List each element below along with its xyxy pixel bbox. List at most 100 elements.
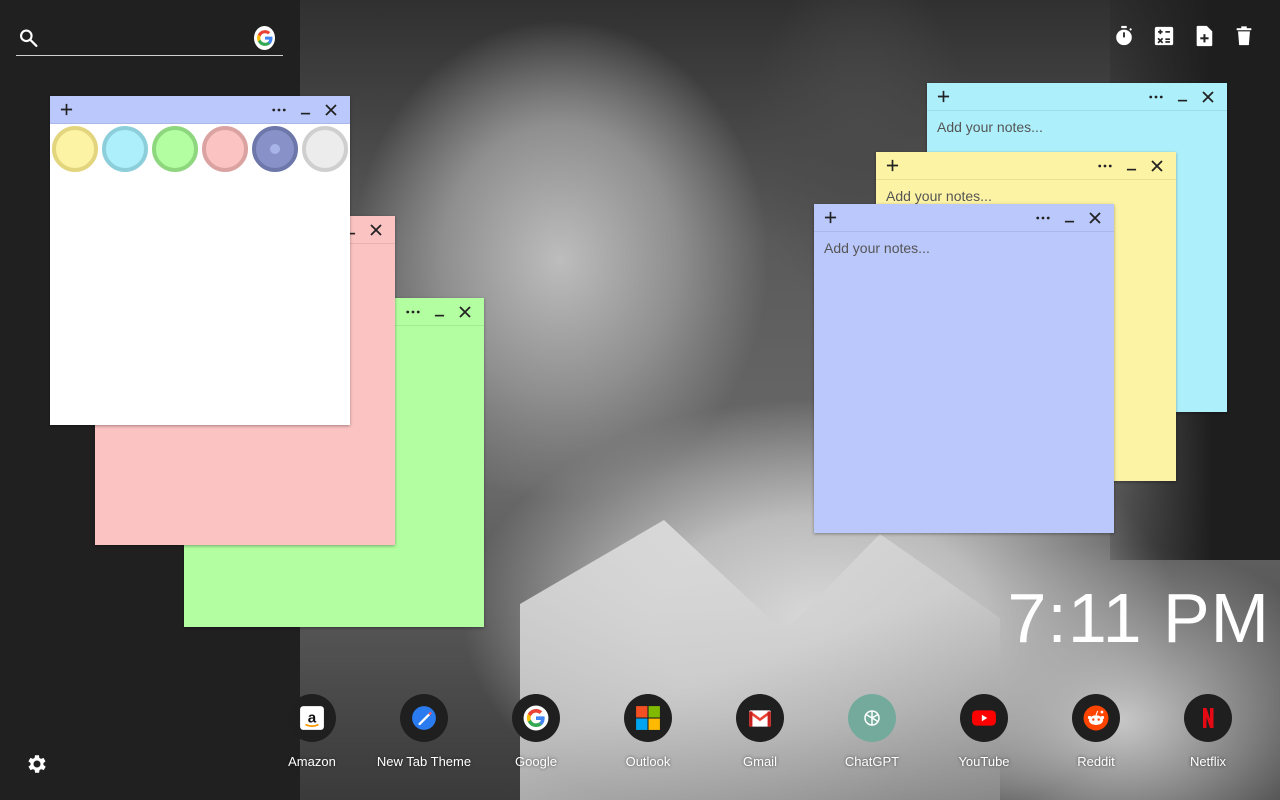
note-minimize-button[interactable] (1169, 86, 1195, 108)
gmail-icon (736, 694, 784, 742)
add-note-button[interactable] (820, 208, 840, 228)
note-header[interactable] (876, 152, 1176, 180)
note-more-button[interactable] (400, 301, 426, 323)
color-swatch-cyan[interactable] (102, 126, 148, 172)
shortcut-gmail[interactable]: Gmail (704, 694, 816, 769)
color-swatch-pink[interactable] (202, 126, 248, 172)
shortcut-label: Outlook (625, 754, 671, 769)
shortcut-label: Reddit (1077, 754, 1115, 769)
more-icon (406, 310, 420, 313)
note-header[interactable] (927, 83, 1227, 111)
note-minimize-button[interactable] (1056, 207, 1082, 229)
color-swatch-blue-selected[interactable] (252, 126, 298, 172)
shortcut-label: Netflix (1189, 754, 1227, 769)
plus-icon (824, 211, 836, 224)
minimize-icon (434, 314, 444, 317)
top-toolbar (1112, 24, 1256, 48)
note-header[interactable] (814, 204, 1114, 232)
timer-icon (1116, 25, 1132, 46)
shortcut-google[interactable]: Google (480, 694, 592, 769)
shortcut-label: New Tab Theme (376, 754, 472, 769)
minimize-icon (1126, 168, 1136, 171)
new-tab-theme-icon (400, 694, 448, 742)
close-icon (325, 103, 337, 116)
color-swatch-yellow[interactable] (52, 126, 98, 172)
calculator-button[interactable] (1152, 24, 1176, 48)
shortcut-label: Amazon (288, 754, 336, 769)
microsoft-icon (624, 694, 672, 742)
shortcut-label: Google (515, 754, 557, 769)
shortcut-outlook[interactable]: Outlook (592, 694, 704, 769)
shortcut-reddit[interactable]: Reddit (1040, 694, 1152, 769)
close-icon (459, 305, 471, 318)
note-close-button[interactable] (1144, 155, 1170, 177)
netflix-icon (1184, 694, 1232, 742)
shortcut-youtube[interactable]: YouTube (928, 694, 1040, 769)
note-header[interactable] (50, 96, 350, 124)
note-more-button[interactable] (1092, 155, 1118, 177)
sticky-note-color-picker[interactable] (50, 96, 350, 425)
note-close-button[interactable] (1082, 207, 1108, 229)
google-search-engine-icon[interactable] (254, 25, 275, 50)
gear-icon (28, 755, 46, 773)
plus-icon (937, 90, 949, 103)
note-minimize-button[interactable] (1118, 155, 1144, 177)
note-more-button[interactable] (266, 99, 292, 121)
google-icon (512, 694, 560, 742)
sticky-note-blue[interactable] (814, 204, 1114, 533)
add-note-button[interactable] (933, 87, 953, 107)
svg-text:a: a (308, 709, 317, 726)
shortcut-chatgpt[interactable]: ChatGPT (816, 694, 928, 769)
note-more-button[interactable] (1143, 86, 1169, 108)
note-minimize-button[interactable] (426, 301, 452, 323)
shortcut-bar: a Amazon New Tab Theme Google Outlook Gm (256, 694, 1264, 769)
more-icon (1036, 216, 1050, 219)
shortcut-label: ChatGPT (844, 754, 900, 769)
color-swatch-gray[interactable] (302, 126, 348, 172)
reddit-icon (1072, 694, 1120, 742)
clock-time: 7:11 PM (1007, 579, 1270, 657)
note-text-input[interactable] (814, 232, 1114, 532)
calculator-icon (1154, 26, 1174, 46)
note-close-button[interactable] (318, 99, 344, 121)
minimize-icon (1177, 99, 1187, 102)
note-close-button[interactable] (363, 219, 389, 241)
more-icon (1149, 95, 1163, 98)
search-icon[interactable] (18, 26, 39, 50)
plus-icon (886, 159, 898, 172)
note-more-button[interactable] (1030, 207, 1056, 229)
close-icon (1089, 211, 1101, 224)
selected-indicator (270, 144, 280, 154)
shortcut-amazon[interactable]: a Amazon (256, 694, 368, 769)
close-icon (1202, 90, 1214, 103)
trash-icon (1236, 26, 1252, 46)
note-close-button[interactable] (1195, 86, 1221, 108)
shortcut-label: Gmail (743, 754, 777, 769)
shortcut-new-tab-theme[interactable]: New Tab Theme (368, 694, 480, 769)
more-icon (272, 108, 286, 111)
close-icon (1151, 159, 1163, 172)
more-icon (1098, 164, 1112, 167)
timer-button[interactable] (1112, 24, 1136, 48)
color-palette (50, 124, 350, 172)
search-input[interactable] (39, 22, 254, 53)
settings-button[interactable] (24, 752, 48, 776)
minimize-icon (1064, 220, 1074, 223)
delete-button[interactable] (1232, 24, 1256, 48)
note-close-button[interactable] (452, 301, 478, 323)
shortcut-netflix[interactable]: Netflix (1152, 694, 1264, 769)
search-bar (16, 20, 283, 56)
note-minimize-button[interactable] (292, 99, 318, 121)
add-note-icon (1196, 25, 1213, 47)
amazon-icon: a (288, 694, 336, 742)
plus-icon (60, 103, 72, 116)
close-icon (370, 223, 382, 236)
chatgpt-icon (848, 694, 896, 742)
youtube-icon (960, 694, 1008, 742)
minimize-icon (300, 112, 310, 115)
color-swatch-green[interactable] (152, 126, 198, 172)
new-note-button[interactable] (1192, 24, 1216, 48)
add-note-button[interactable] (882, 156, 902, 176)
add-note-button[interactable] (56, 100, 76, 120)
shortcut-label: YouTube (958, 754, 1010, 769)
